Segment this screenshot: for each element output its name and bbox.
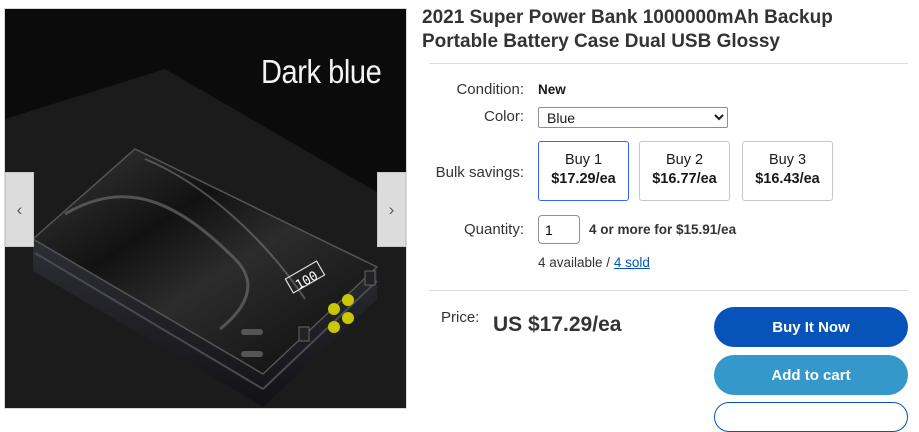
bulk-savings-label: Bulk savings: <box>435 164 524 181</box>
bulk-option-buy-3[interactable]: Buy 3 $16.43/ea <box>742 141 833 201</box>
chevron-right-icon: › <box>388 199 395 219</box>
add-to-cart-button[interactable]: Add to cart <box>714 355 908 395</box>
bulk-option-buy-1[interactable]: Buy 1 $17.29/ea <box>538 141 629 201</box>
availability: 4 available / 4 sold <box>538 255 650 270</box>
chevron-left-icon: ‹ <box>16 199 23 219</box>
next-image-button[interactable]: › <box>377 172 406 247</box>
bulk-option-price: $16.43/ea <box>755 171 820 187</box>
product-image-gallery[interactable]: 100 Dark blue ‹ › <box>4 8 407 409</box>
bulk-option-quantity: Buy 2 <box>665 152 704 168</box>
image-caption: Dark blue <box>261 53 382 90</box>
quantity-discount-note: 4 or more for $15.91/ea <box>589 222 737 237</box>
available-count: 4 available / <box>538 255 614 270</box>
price-label: Price: <box>441 309 480 326</box>
previous-image-button[interactable]: ‹ <box>5 172 34 247</box>
watchlist-button[interactable] <box>714 402 908 432</box>
condition-label: Condition: <box>456 81 524 98</box>
title-divider <box>429 63 908 64</box>
bulk-option-price: $16.77/ea <box>652 171 717 187</box>
listing-title: 2021 Super Power Bank 1000000mAh Backup … <box>422 7 833 52</box>
quantity-label: Quantity: <box>463 221 524 238</box>
color-select[interactable]: Blue <box>538 107 728 128</box>
quantity-input[interactable] <box>538 215 580 244</box>
bulk-option-quantity: Buy 1 <box>564 152 603 168</box>
bulk-option-price: $17.29/ea <box>551 171 616 187</box>
bulk-option-quantity: Buy 3 <box>768 152 807 168</box>
bulk-option-buy-2[interactable]: Buy 2 $16.77/ea <box>639 141 730 201</box>
price-value: US $17.29/ea <box>493 313 622 336</box>
buy-it-now-button[interactable]: Buy It Now <box>714 307 908 347</box>
price-divider <box>429 290 908 291</box>
condition-value: New <box>538 82 566 97</box>
sold-count-link[interactable]: 4 sold <box>614 255 650 270</box>
color-label: Color: <box>483 108 524 125</box>
